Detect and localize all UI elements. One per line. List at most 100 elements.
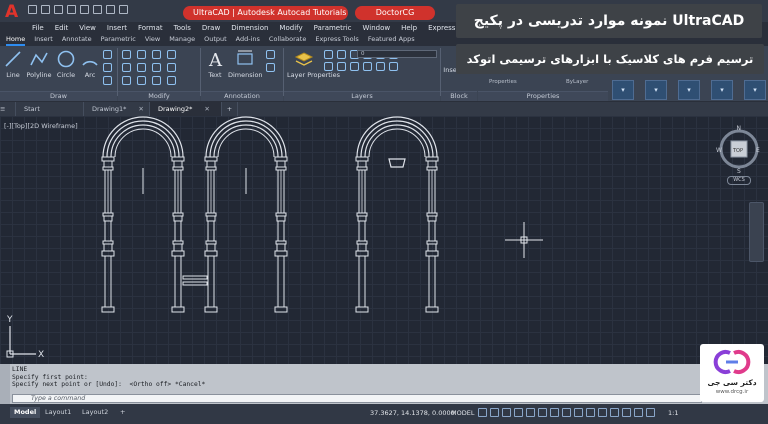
panel-block[interactable]: Block (441, 91, 477, 101)
dimension-tool[interactable]: Dimension (228, 49, 263, 79)
menu-parametric[interactable]: Parametric (314, 24, 352, 32)
rotate-icon[interactable] (137, 50, 146, 59)
menu-modify[interactable]: Modify (279, 24, 302, 32)
add-layout-button[interactable]: + (116, 407, 129, 418)
tab-featured-apps[interactable]: Featured Apps (368, 35, 415, 46)
command-input[interactable]: Type a command (12, 394, 702, 403)
save-icon[interactable] (54, 5, 63, 14)
dynamic-ucs-icon[interactable] (610, 408, 619, 417)
panel-expand-button[interactable]: ▾ (612, 80, 634, 100)
bylayer-dropdown[interactable]: ByLayer (563, 79, 607, 87)
grid-icon[interactable] (478, 408, 487, 417)
web-open-icon[interactable] (80, 5, 89, 14)
drawing-viewport[interactable]: [-][Top][2D Wireframe] Y X TOP N S E W W… (0, 116, 768, 364)
menu-dimension[interactable]: Dimension (231, 24, 268, 32)
copy-icon[interactable] (122, 63, 131, 72)
layer-properties-tool[interactable]: Layer Properties (287, 49, 340, 79)
menu-help[interactable]: Help (401, 24, 417, 32)
line-tool[interactable]: Line (3, 49, 23, 79)
layout-tab-layout2[interactable]: Layout2 (78, 407, 112, 418)
print-icon[interactable] (93, 5, 102, 14)
tab-collaborate[interactable]: Collaborate (269, 35, 306, 46)
tab-annotate[interactable]: Annotate (62, 35, 92, 46)
fillet-icon[interactable] (152, 63, 161, 72)
snap-icon[interactable] (490, 408, 499, 417)
close-icon[interactable]: ✕ (204, 105, 209, 113)
panel-expand-button[interactable]: ▾ (744, 80, 766, 100)
stretch-icon[interactable] (122, 76, 131, 85)
saveas-icon[interactable] (67, 5, 76, 14)
table-icon[interactable] (266, 63, 275, 72)
move-icon[interactable] (122, 50, 131, 59)
panel-annotation[interactable]: Annotation (201, 91, 283, 101)
redo-icon[interactable] (119, 5, 128, 14)
layer-thaw-icon[interactable] (337, 62, 346, 71)
leader-icon[interactable] (266, 50, 275, 59)
layer-merge-icon[interactable] (376, 62, 385, 71)
tab-parametric[interactable]: Parametric (101, 35, 136, 46)
layer-walk-icon[interactable] (363, 62, 372, 71)
3d-osnap-icon[interactable] (598, 408, 607, 417)
polar-icon[interactable] (514, 408, 523, 417)
rectangle-icon[interactable] (103, 50, 112, 59)
menu-edit[interactable]: Edit (55, 24, 69, 32)
tab-addins[interactable]: Add-ins (236, 35, 260, 46)
tab-view[interactable]: View (145, 35, 160, 46)
osnap-tracking-icon[interactable] (538, 408, 547, 417)
model-space-button[interactable]: MODEL (451, 409, 474, 417)
offset-icon[interactable] (167, 76, 176, 85)
new-icon[interactable] (28, 5, 37, 14)
explode-icon[interactable] (167, 63, 176, 72)
arc-tool[interactable]: Arc (80, 49, 100, 79)
panel-draw[interactable]: Draw (0, 91, 117, 101)
navigation-bar[interactable] (749, 202, 764, 262)
open-icon[interactable] (41, 5, 50, 14)
isodraft-icon[interactable] (526, 408, 535, 417)
viewcube[interactable]: TOP N S E W (716, 122, 762, 182)
layer-on-icon[interactable] (324, 50, 333, 59)
tab-output[interactable]: Output (204, 35, 227, 46)
tab-home[interactable]: Home (6, 35, 26, 46)
lineweight-icon[interactable] (562, 408, 571, 417)
panel-modify[interactable]: Modify (118, 91, 200, 101)
tab-menu-icon[interactable]: ≡ (0, 102, 16, 116)
layout-tab-layout1[interactable]: Layout1 (41, 407, 75, 418)
trim-icon[interactable] (152, 50, 161, 59)
doc-tab-drawing1[interactable]: Drawing1* ✕ (84, 102, 150, 116)
menu-tools[interactable]: Tools (174, 24, 191, 32)
app-logo[interactable]: A (5, 3, 23, 21)
layer-unlock-icon[interactable] (350, 62, 359, 71)
mirror-icon[interactable] (137, 63, 146, 72)
annotation-visibility-icon[interactable] (622, 408, 631, 417)
new-tab-button[interactable]: + (222, 102, 238, 116)
erase-icon[interactable] (167, 50, 176, 59)
command-line-handle[interactable] (0, 364, 10, 404)
panel-layers[interactable]: Layers (284, 91, 440, 101)
selection-cycling-icon[interactable] (586, 408, 595, 417)
menu-view[interactable]: View (79, 24, 96, 32)
auto-scale-icon[interactable] (634, 408, 643, 417)
array-icon[interactable] (152, 76, 161, 85)
osnap-icon[interactable] (550, 408, 559, 417)
gradient-icon[interactable] (103, 76, 112, 85)
layer-delete-icon[interactable] (389, 62, 398, 71)
menu-insert[interactable]: Insert (107, 24, 127, 32)
menu-draw[interactable]: Draw (202, 24, 220, 32)
doc-tab-drawing2[interactable]: Drawing2* ✕ (150, 102, 222, 116)
panel-expand-button[interactable]: ▾ (678, 80, 700, 100)
tab-express-tools[interactable]: Express Tools (315, 35, 358, 46)
transparency-icon[interactable] (574, 408, 583, 417)
menu-file[interactable]: File (32, 24, 44, 32)
close-icon[interactable]: ✕ (138, 105, 143, 113)
scale-icon[interactable] (137, 76, 146, 85)
text-tool[interactable]: A Text (205, 49, 225, 79)
tab-manage[interactable]: Manage (169, 35, 195, 46)
ortho-icon[interactable] (502, 408, 511, 417)
tab-insert[interactable]: Insert (34, 35, 53, 46)
layout-tab-model[interactable]: Model (10, 407, 41, 418)
menu-express[interactable]: Express (428, 24, 455, 32)
layer-freeze-icon[interactable] (337, 50, 346, 59)
menu-format[interactable]: Format (138, 24, 163, 32)
panel-expand-button[interactable]: ▾ (711, 80, 733, 100)
hatch-icon[interactable] (103, 63, 112, 72)
